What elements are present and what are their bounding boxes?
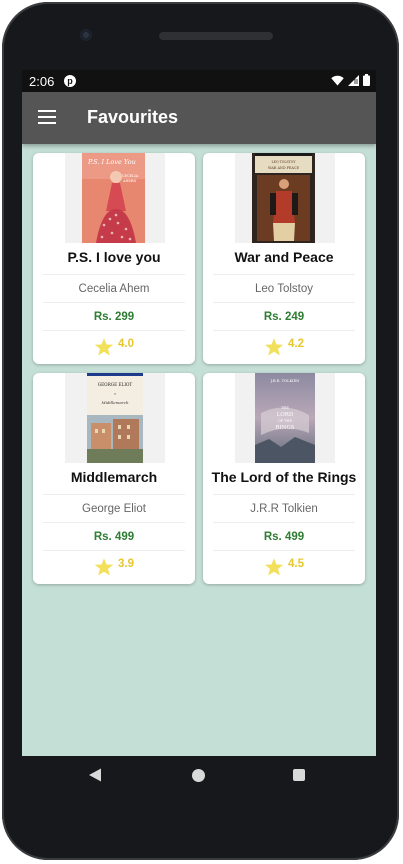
status-icons (331, 74, 370, 86)
svg-text:CECELIA: CECELIA (122, 174, 139, 178)
book-title: War and Peace (234, 249, 334, 265)
svg-text:THE: THE (281, 406, 289, 410)
book-rating: 4.0 (33, 337, 195, 357)
battery-icon (363, 74, 370, 86)
book-price: Rs. 499 (263, 531, 305, 543)
cover-title-text: P.S. I Love You (87, 158, 136, 166)
divider (213, 550, 355, 551)
app-bar: Favourites (22, 92, 376, 144)
hamburger-menu-icon[interactable] (38, 110, 56, 124)
status-bar: 2:06 p (22, 70, 376, 92)
front-camera (80, 29, 92, 41)
book-rating: 3.9 (33, 557, 195, 577)
book-author: George Eliot (82, 503, 146, 515)
svg-text:LORD: LORD (277, 412, 294, 418)
rating-value: 4.2 (288, 338, 304, 350)
cover-frame: LEO TOLSTOY WAR AND PEACE (235, 153, 335, 243)
divider (43, 550, 185, 551)
book-card-middlemarch[interactable]: GEORGE ELIOT ✦ Middlemarch Middlemarch G… (33, 373, 195, 584)
book-price: Rs. 249 (263, 311, 305, 323)
signal-icon (348, 74, 359, 86)
page-title: Favourites (87, 107, 179, 127)
book-price: Rs. 299 (93, 311, 135, 323)
divider (213, 522, 355, 523)
book-author: Cecelia Ahem (78, 283, 150, 295)
cover-frame: J.R.R. TOLKIEN THE LORD OF THE RINGS (235, 373, 335, 463)
divider (213, 302, 355, 303)
earpiece-speaker (159, 32, 273, 40)
book-rating: 4.2 (203, 337, 365, 357)
divider (213, 330, 355, 331)
wifi-icon (331, 75, 344, 85)
book-card-lord-of-the-rings[interactable]: J.R.R. TOLKIEN THE LORD OF THE RINGS The… (203, 373, 365, 584)
divider (43, 274, 185, 275)
cover-title-text: WAR AND PEACE (268, 166, 299, 170)
svg-text:J.R.R. TOLKIEN: J.R.R. TOLKIEN (270, 379, 300, 383)
rating-value: 4.5 (288, 558, 304, 570)
rating-value: 3.9 (118, 558, 134, 570)
star-icon (264, 338, 284, 356)
star-icon (94, 558, 114, 576)
home-icon[interactable] (192, 769, 205, 782)
lord-of-the-rings-cover: J.R.R. TOLKIEN THE LORD OF THE RINGS (255, 373, 315, 463)
book-card-war-and-peace[interactable]: LEO TOLSTOY WAR AND PEACE War and Peace … (203, 153, 365, 364)
svg-text:Middlemarch: Middlemarch (100, 400, 128, 405)
cover-frame: P.S. I Love You CECELIA AHERN (65, 153, 165, 243)
ps-i-love-you-cover: P.S. I Love You CECELIA AHERN (82, 153, 145, 243)
status-time: 2:06 (29, 74, 55, 89)
back-icon[interactable] (88, 768, 102, 782)
navigation-bar (22, 756, 376, 796)
cover-title-text: GEORGE ELIOT (98, 382, 133, 387)
middlemarch-cover: GEORGE ELIOT ✦ Middlemarch (87, 373, 143, 463)
svg-text:LEO TOLSTOY: LEO TOLSTOY (272, 160, 297, 164)
book-card-ps-i-love-you[interactable]: P.S. I Love You CECELIA AHERN P.S. I lov… (33, 153, 195, 364)
divider (43, 494, 185, 495)
war-and-peace-cover: LEO TOLSTOY WAR AND PEACE (252, 153, 315, 243)
divider (213, 494, 355, 495)
star-icon (264, 558, 284, 576)
recents-icon[interactable] (293, 769, 305, 781)
book-title: Middlemarch (70, 469, 158, 485)
book-author: J.R.R Tolkien (250, 503, 318, 515)
svg-text:AHERN: AHERN (122, 179, 136, 183)
divider (43, 522, 185, 523)
screen: 2:06 p Favourites P.S. I Love You CECELI… (22, 70, 376, 756)
book-title: P.S. I love you (67, 249, 161, 265)
divider (43, 302, 185, 303)
divider (213, 274, 355, 275)
notification-app-icon: p (64, 75, 76, 87)
book-price: Rs. 499 (93, 531, 135, 543)
svg-text:RINGS: RINGS (276, 425, 295, 431)
cover-frame: GEORGE ELIOT ✦ Middlemarch (65, 373, 165, 463)
book-title: The Lord of the Rings (211, 469, 357, 485)
divider (43, 330, 185, 331)
star-icon (94, 338, 114, 356)
book-rating: 4.5 (203, 557, 365, 577)
rating-value: 4.0 (118, 338, 134, 350)
svg-text:OF THE: OF THE (278, 419, 292, 423)
book-author: Leo Tolstoy (255, 283, 313, 295)
